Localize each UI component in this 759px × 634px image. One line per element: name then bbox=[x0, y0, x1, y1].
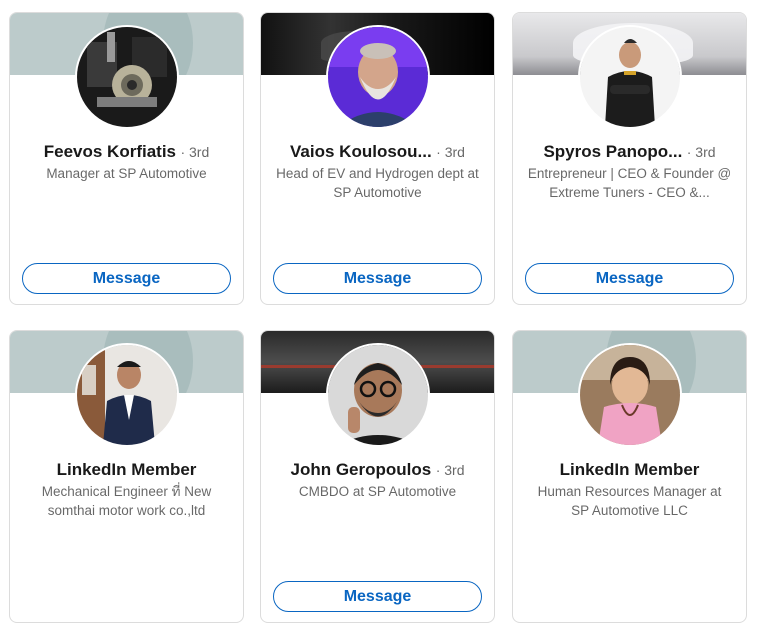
avatar[interactable] bbox=[325, 25, 430, 129]
member-headline: Human Resources Manager at SP Automotive… bbox=[537, 484, 722, 518]
connection-degree: · 3rd bbox=[435, 462, 465, 478]
member-name[interactable]: LinkedIn Member bbox=[560, 460, 700, 479]
member-name[interactable]: Vaios Koulosou... bbox=[290, 142, 432, 161]
name-row: Vaios Koulosou... · 3rd bbox=[269, 141, 486, 164]
avatar[interactable] bbox=[325, 343, 430, 447]
member-name[interactable]: John Geropoulos bbox=[291, 460, 432, 479]
message-button[interactable]: Message bbox=[273, 263, 482, 294]
avatar[interactable] bbox=[577, 25, 682, 129]
member-headline: CMBDO at SP Automotive bbox=[298, 484, 457, 499]
avatar[interactable] bbox=[74, 343, 179, 447]
message-button[interactable]: Message bbox=[525, 263, 734, 294]
connection-degree: · 3rd bbox=[436, 144, 465, 160]
profile-card[interactable]: LinkedIn Member Human Resources Manager … bbox=[512, 330, 747, 623]
profile-card[interactable]: Spyros Panopo... · 3rd Entrepreneur | CE… bbox=[512, 12, 747, 305]
avatar[interactable] bbox=[74, 25, 179, 129]
connection-degree: · 3rd bbox=[180, 144, 210, 160]
woman-pink-photo-icon bbox=[579, 345, 680, 445]
bearded-man-photo-icon bbox=[327, 27, 428, 127]
member-name[interactable]: Feevos Korfiatis bbox=[44, 142, 176, 161]
member-headline: Mechanical Engineer ที่ New somthai moto… bbox=[41, 484, 212, 518]
name-row: Spyros Panopo... · 3rd bbox=[521, 141, 738, 164]
young-man-suit-photo-icon bbox=[76, 345, 177, 445]
name-row: LinkedIn Member bbox=[18, 459, 235, 482]
connection-degree: · 3rd bbox=[686, 144, 716, 160]
message-button[interactable]: Message bbox=[273, 581, 482, 612]
profile-card[interactable]: John Geropoulos · 3rd CMBDO at SP Automo… bbox=[260, 330, 495, 623]
profile-card[interactable]: Vaios Koulosou... · 3rd Head of EV and H… bbox=[260, 12, 495, 305]
name-row: John Geropoulos · 3rd bbox=[269, 459, 486, 482]
message-button[interactable]: Message bbox=[22, 263, 231, 294]
member-headline: Head of EV and Hydrogen dept at SP Autom… bbox=[276, 166, 479, 200]
man-crossed-arms-photo-icon bbox=[579, 27, 680, 127]
man-glasses-peace-photo-icon bbox=[327, 345, 428, 445]
member-name[interactable]: LinkedIn Member bbox=[57, 460, 197, 479]
name-row: LinkedIn Member bbox=[521, 459, 738, 482]
member-headline: Manager at SP Automotive bbox=[46, 166, 207, 181]
profile-card[interactable]: Feevos Korfiatis · 3rd Manager at SP Aut… bbox=[9, 12, 244, 305]
member-name[interactable]: Spyros Panopo... bbox=[543, 142, 682, 161]
profile-card[interactable]: LinkedIn Member Mechanical Engineer ที่ … bbox=[9, 330, 244, 623]
member-headline: Entrepreneur | CEO & Founder @ Extreme T… bbox=[527, 166, 732, 200]
avatar[interactable] bbox=[577, 343, 682, 447]
name-row: Feevos Korfiatis · 3rd bbox=[18, 141, 235, 164]
engine-photo-icon bbox=[76, 27, 177, 127]
